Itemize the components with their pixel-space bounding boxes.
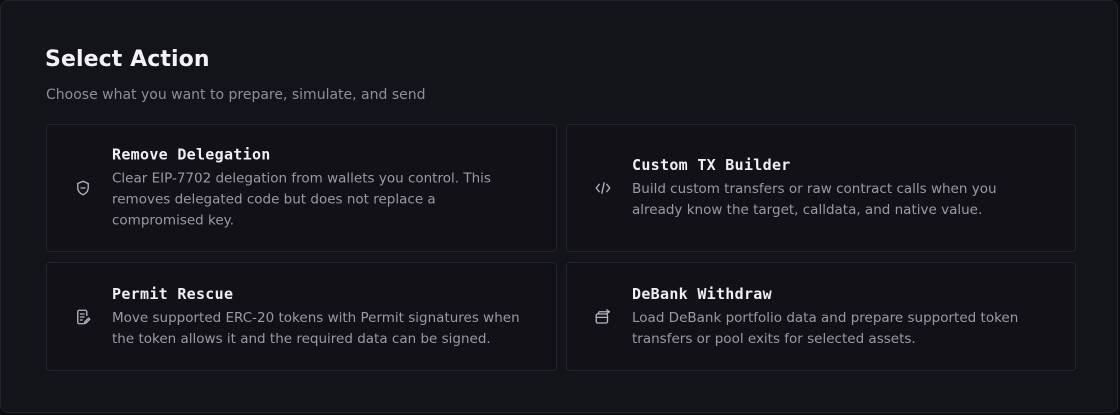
action-card-debank-withdraw[interactable]: DeBank Withdraw Load DeBank portfolio da… [566,262,1076,371]
action-card-custom-tx-builder[interactable]: Custom TX Builder Build custom transfers… [566,124,1076,252]
action-title: DeBank Withdraw [632,284,772,303]
action-title: Permit Rescue [112,284,234,303]
action-grid: Remove Delegation Clear EIP-7702 delegat… [46,124,1076,371]
code-icon [593,178,613,198]
action-title: Custom TX Builder [632,156,791,174]
shield-icon [73,178,93,198]
page-subtitle: Choose what you want to prepare, simulat… [46,87,426,103]
document-edit-icon [73,307,93,327]
action-card-permit-rescue[interactable]: Permit Rescue Move supported ERC-20 toke… [46,262,557,371]
page-title: Select Action [45,47,210,72]
action-description: Move supported ERC-20 tokens with Permit… [112,309,520,347]
wallet-export-icon [593,307,613,327]
action-description: Load DeBank portfolio data and prepare s… [632,309,1019,347]
action-description: Build custom transfers or raw contract c… [632,181,997,218]
action-description: Clear EIP-7702 delegation from wallets y… [112,170,491,229]
select-action-panel: Select Action Choose what you want to pr… [0,0,1118,413]
action-title: Remove Delegation [112,145,271,164]
action-card-remove-delegation[interactable]: Remove Delegation Clear EIP-7702 delegat… [46,124,557,252]
